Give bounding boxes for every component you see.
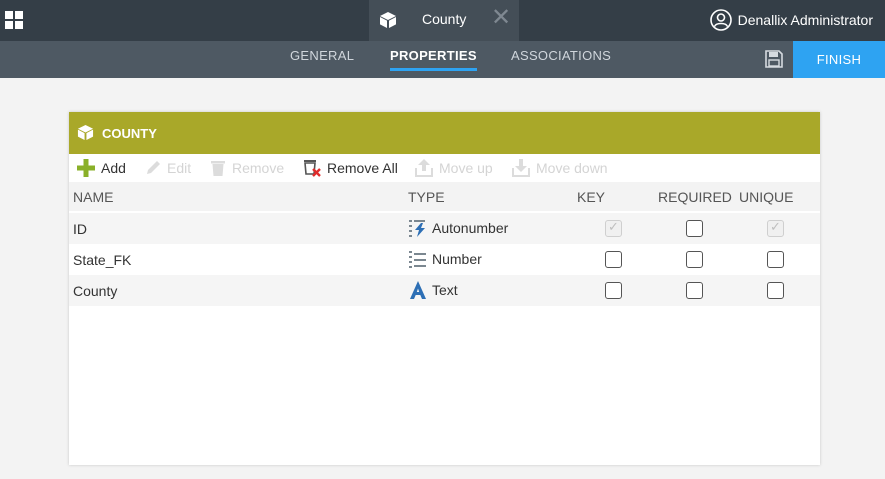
key-checkbox[interactable] bbox=[605, 251, 622, 268]
add-label: Add bbox=[101, 160, 126, 176]
sub-nav-bar: GENERAL PROPERTIES ASSOCIATIONS bbox=[0, 41, 885, 78]
column-header-name[interactable]: NAME bbox=[73, 189, 113, 205]
pencil-icon bbox=[147, 161, 160, 174]
property-type: Autonumber bbox=[432, 220, 509, 236]
user-name: Denallix Administrator bbox=[737, 12, 873, 28]
move-up-label: Move up bbox=[439, 160, 493, 176]
property-type: Number bbox=[432, 251, 482, 267]
finish-button[interactable]: FINISH bbox=[793, 41, 885, 78]
property-name: ID bbox=[73, 221, 87, 237]
unique-checkbox[interactable] bbox=[767, 251, 784, 268]
required-checkbox[interactable] bbox=[686, 220, 703, 237]
plus-icon bbox=[77, 159, 95, 177]
remove-all-icon bbox=[304, 160, 321, 177]
edit-label: Edit bbox=[167, 160, 192, 176]
number-icon bbox=[409, 251, 426, 268]
add-button[interactable]: Add bbox=[76, 158, 126, 178]
grid-header: NAME TYPE KEY REQUIRED UNIQUE bbox=[69, 182, 820, 211]
unique-checkbox bbox=[767, 219, 784, 237]
column-header-required[interactable]: REQUIRED bbox=[658, 189, 732, 205]
key-checkbox bbox=[605, 219, 622, 237]
cube-icon bbox=[380, 12, 396, 28]
cube-icon bbox=[77, 124, 94, 141]
panel-header: COUNTY bbox=[69, 112, 820, 154]
document-tab-title: County bbox=[422, 11, 467, 27]
autonumber-icon bbox=[409, 220, 425, 237]
edit-button[interactable]: Edit bbox=[144, 158, 191, 178]
property-name: County bbox=[73, 283, 118, 299]
column-header-unique[interactable]: UNIQUE bbox=[739, 189, 793, 205]
table-row[interactable]: County Text bbox=[69, 275, 820, 306]
close-icon[interactable]: ✕ bbox=[491, 6, 511, 30]
required-checkbox[interactable] bbox=[686, 251, 703, 268]
column-header-type[interactable]: TYPE bbox=[408, 189, 445, 205]
tab-general[interactable]: GENERAL bbox=[290, 48, 354, 63]
property-name: State_FK bbox=[73, 252, 132, 268]
key-checkbox[interactable] bbox=[605, 282, 622, 299]
tab-associations[interactable]: ASSOCIATIONS bbox=[511, 48, 611, 63]
unique-checkbox[interactable] bbox=[767, 282, 784, 299]
remove-button[interactable]: Remove bbox=[209, 158, 284, 178]
remove-all-label: Remove All bbox=[327, 160, 398, 176]
properties-panel: COUNTY Add Edit Remove Remove All Move u… bbox=[69, 112, 820, 465]
column-header-key[interactable]: KEY bbox=[577, 189, 605, 205]
move-down-button[interactable]: Move down bbox=[511, 158, 608, 178]
apps-grid-icon[interactable] bbox=[5, 11, 23, 29]
move-up-icon bbox=[415, 159, 433, 177]
move-up-button[interactable]: Move up bbox=[414, 158, 493, 178]
trash-icon bbox=[211, 161, 225, 176]
table-row[interactable]: ID Autonumber bbox=[69, 213, 820, 244]
remove-all-button[interactable]: Remove All bbox=[302, 158, 398, 178]
document-tab[interactable]: County ✕ bbox=[369, 0, 519, 41]
text-icon bbox=[410, 281, 426, 299]
tab-properties[interactable]: PROPERTIES bbox=[390, 48, 477, 71]
panel-title: COUNTY bbox=[102, 126, 157, 141]
user-avatar-icon bbox=[709, 9, 732, 31]
move-down-icon bbox=[512, 159, 530, 177]
user-menu[interactable]: Denallix Administrator bbox=[709, 8, 873, 32]
remove-label: Remove bbox=[232, 160, 285, 176]
table-row[interactable]: State_FK Number bbox=[69, 244, 820, 275]
required-checkbox[interactable] bbox=[686, 282, 703, 299]
top-bar: County ✕ Denallix Administrator bbox=[0, 0, 885, 41]
save-icon[interactable] bbox=[764, 49, 784, 69]
move-down-label: Move down bbox=[536, 160, 608, 176]
property-type: Text bbox=[432, 282, 458, 298]
panel-toolbar: Add Edit Remove Remove All Move up Move … bbox=[69, 154, 820, 182]
